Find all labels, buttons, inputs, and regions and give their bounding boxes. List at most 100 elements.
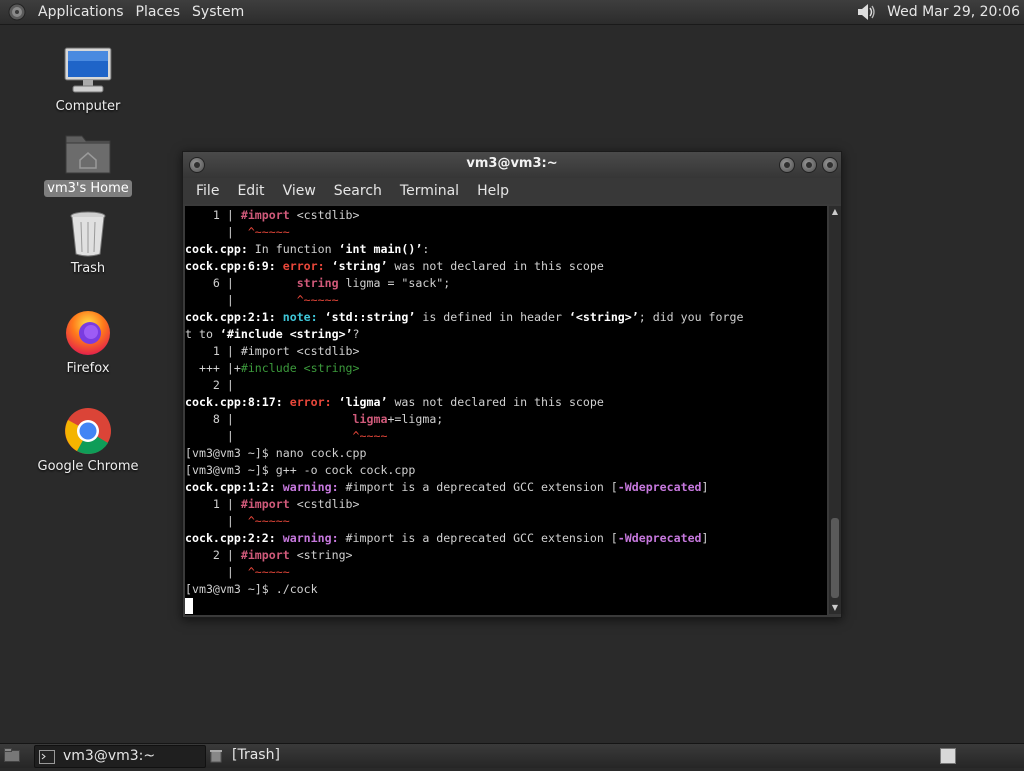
terminal-text: error: — [282, 259, 325, 273]
terminal-text: is defined in header — [415, 310, 569, 324]
menu-file[interactable]: File — [187, 183, 228, 199]
terminal-text: cock.cpp:2:2: — [185, 531, 276, 545]
maximize-button[interactable] — [801, 157, 817, 173]
terminal-text: [vm3@vm3 ~]$ ./cock — [185, 582, 318, 596]
gnome-foot-icon[interactable] — [8, 3, 26, 21]
menu-view[interactable]: View — [274, 183, 325, 199]
terminal-text: ? — [352, 327, 360, 341]
trash-icon — [63, 208, 113, 258]
menu-places[interactable]: Places — [130, 0, 187, 24]
desktop-icon-computer[interactable]: Computer — [28, 46, 148, 115]
terminal-text: was not declared in this scope — [387, 259, 604, 273]
terminal-text: ^~~~~~ — [296, 293, 339, 307]
terminal-scrollbar[interactable]: ▲ ▼ — [829, 206, 841, 614]
terminal-text: warning: — [282, 480, 339, 494]
terminal-text: 2 | — [185, 378, 234, 392]
terminal-text: 2 | — [185, 548, 241, 562]
terminal-text: warning: — [282, 531, 339, 545]
menu-applications[interactable]: Applications — [32, 0, 130, 24]
menu-system[interactable]: System — [186, 0, 250, 24]
terminal-text: ‘<string>’ — [568, 310, 639, 324]
close-button[interactable] — [822, 157, 838, 173]
bottom-panel: vm3@vm3:~ [Trash] — [0, 743, 1024, 768]
terminal-text: cock.cpp:2:1: — [185, 310, 276, 324]
minimize-button[interactable] — [779, 157, 795, 173]
terminal-text: <cstdlib> — [289, 497, 360, 511]
window-titlebar[interactable]: vm3@vm3:~ — [183, 152, 841, 178]
taskbar-item-label: vm3@vm3:~ — [63, 748, 156, 764]
desktop-icon-label: vm3's Home — [44, 180, 132, 197]
desktop-icon-label: Computer — [55, 99, 121, 114]
terminal-line: cock.cpp: In function ‘int main()’: — [185, 241, 827, 258]
terminal-text: : — [422, 242, 430, 256]
terminal-text: cock.cpp: — [185, 242, 248, 256]
terminal-text: #import is a deprecated GCC extension [ — [338, 480, 618, 494]
terminal-line: | ^~~~~~ — [185, 292, 827, 309]
terminal-text: #import — [240, 208, 290, 222]
desktop-icon-firefox[interactable]: Firefox — [28, 308, 148, 377]
terminal-text: cock.cpp:6:9: — [185, 259, 276, 273]
speaker-icon[interactable] — [855, 1, 877, 23]
taskbar-item-label: [Trash] — [232, 747, 280, 763]
scrollbar-thumb[interactable] — [831, 518, 839, 598]
desktop-icon-trash[interactable]: Trash — [28, 208, 148, 277]
workspace-switcher[interactable] — [940, 748, 956, 764]
terminal-text: cock.cpp:8:17: — [185, 395, 283, 409]
terminal-text: -Wdeprecated — [617, 480, 702, 494]
menu-edit[interactable]: Edit — [228, 183, 273, 199]
terminal-text: In function — [247, 242, 339, 256]
firefox-icon — [63, 308, 113, 358]
terminal-text: -Wdeprecated — [617, 531, 702, 545]
terminal-text: ‘string’ — [331, 259, 388, 273]
window-title: vm3@vm3:~ — [466, 156, 558, 171]
terminal-text: ligma = "sack"; — [338, 276, 451, 290]
desktop-icon-chrome[interactable]: Google Chrome — [28, 406, 148, 475]
terminal-line: 2 | #import <string> — [185, 547, 827, 564]
terminal-text: ^~~~~~ — [247, 514, 290, 528]
terminal-text: t to — [185, 327, 220, 341]
trash-icon — [208, 749, 224, 763]
desktop-icon-home[interactable]: vm3's Home — [28, 128, 148, 197]
terminal-output[interactable]: 1 | #import <cstdlib> | ^~~~~~ cock.cpp: … — [185, 206, 827, 615]
terminal-line: 1 | #import <cstdlib> — [185, 343, 827, 360]
window-menu-button[interactable] — [189, 157, 205, 173]
terminal-line: | ^~~~~~ — [185, 513, 827, 530]
terminal-line: 8 | ligma+=ligma; — [185, 411, 827, 428]
terminal-text: string — [296, 276, 339, 290]
terminal-text: +=ligma; — [387, 412, 444, 426]
terminal-line: 6 | string ligma = "sack"; — [185, 275, 827, 292]
terminal-text: ligma — [352, 412, 388, 426]
scroll-up-arrow-icon[interactable]: ▲ — [829, 206, 841, 218]
show-desktop-icon[interactable] — [4, 748, 20, 762]
terminal-line: +++ |+#include <string> — [185, 360, 827, 377]
terminal-icon — [39, 749, 55, 764]
menu-search[interactable]: Search — [325, 183, 391, 199]
terminal-text: ‘std::string’ — [324, 310, 416, 324]
terminal-text: #import — [240, 548, 290, 562]
menu-terminal[interactable]: Terminal — [391, 183, 468, 199]
taskbar-item-terminal[interactable]: vm3@vm3:~ — [34, 745, 206, 768]
terminal-line: [vm3@vm3 ~]$ g++ -o cock cock.cpp — [185, 462, 827, 479]
terminal-text: note: — [282, 310, 318, 324]
scroll-down-arrow-icon[interactable]: ▼ — [829, 602, 841, 614]
taskbar-item-trash[interactable]: [Trash] — [204, 745, 368, 766]
terminal-line: cock.cpp:6:9: error: ‘string’ was not de… — [185, 258, 827, 275]
top-panel: Applications Places System Wed Mar 29, 2… — [0, 0, 1024, 25]
terminal-cursor-line — [185, 598, 827, 615]
terminal-line: | ^~~~~ — [185, 428, 827, 445]
clock[interactable]: Wed Mar 29, 20:06 — [883, 4, 1024, 20]
menu-help[interactable]: Help — [468, 183, 518, 199]
terminal-line: 2 | — [185, 377, 827, 394]
terminal-text: | — [185, 565, 248, 579]
terminal-line: 1 | #import <cstdlib> — [185, 496, 827, 513]
terminal-text: 8 | — [185, 412, 353, 426]
terminal-text: ] — [701, 480, 709, 494]
terminal-text: ‘ligma’ — [338, 395, 388, 409]
terminal-window[interactable]: vm3@vm3:~ File Edit View Search Terminal… — [182, 151, 842, 618]
